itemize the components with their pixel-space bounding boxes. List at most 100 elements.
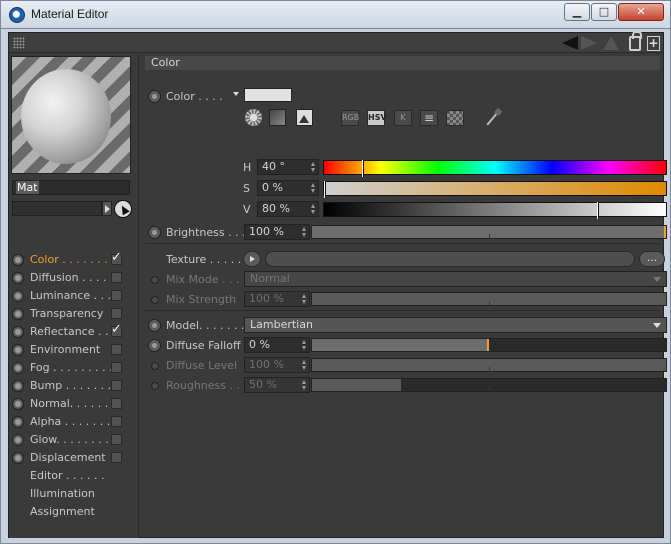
saturation-spinner-icon[interactable] [311, 183, 316, 193]
channel-item[interactable]: Reflectance . . [12, 322, 134, 341]
channel-radio-icon[interactable] [12, 434, 24, 446]
channel-checkbox[interactable] [111, 362, 122, 373]
mix-strength-slider[interactable] [311, 292, 667, 306]
hue-field[interactable]: 40 ° [257, 159, 319, 175]
channel-item[interactable]: Displacement [12, 449, 134, 467]
close-button[interactable]: ✕ [618, 3, 664, 21]
channel-checkbox[interactable] [111, 308, 122, 319]
spectrum-icon[interactable] [269, 109, 286, 126]
channel-checkbox[interactable] [111, 322, 122, 337]
brightness-spinner-icon[interactable] [302, 227, 307, 237]
channel-item[interactable]: Color . . . . . . . [12, 250, 134, 269]
diffuse-falloff-field[interactable]: 0 % [244, 337, 310, 353]
texture-menu-icon[interactable] [243, 251, 261, 267]
channel-checkbox[interactable] [111, 416, 122, 427]
grip-icon[interactable] [13, 37, 25, 49]
channel-item[interactable]: Alpha . . . . . . . [12, 413, 134, 431]
minimize-button[interactable]: ▁ [564, 3, 590, 21]
channel-radio-icon[interactable] [12, 326, 24, 338]
channel-checkbox[interactable] [111, 250, 122, 265]
channel-radio-icon[interactable] [12, 416, 24, 428]
layer-field[interactable] [12, 201, 102, 216]
channel-checkbox[interactable] [111, 398, 122, 409]
up-arrow-icon[interactable] [603, 36, 619, 50]
animate-dot-icon[interactable] [151, 382, 159, 390]
animate-dot-icon[interactable] [148, 319, 161, 332]
channel-checkbox[interactable] [111, 344, 122, 355]
channel-item[interactable]: Transparency [12, 305, 134, 323]
hue-slider[interactable] [323, 160, 667, 177]
material-name-field[interactable]: Mat [12, 180, 130, 195]
texture-more-button[interactable]: ... [639, 251, 665, 267]
channel-item[interactable]: Assignment [12, 503, 134, 521]
swatch-menu-arrow-icon[interactable] [233, 92, 239, 96]
mixer-icon[interactable] [420, 110, 438, 126]
channel-checkbox[interactable] [111, 272, 122, 283]
channel-checkbox[interactable] [111, 434, 122, 445]
channel-checkbox[interactable] [111, 380, 122, 391]
channel-item[interactable]: Bump . . . . . . . [12, 377, 134, 395]
hue-marker[interactable] [361, 160, 364, 177]
layer-menu-arrow-icon[interactable] [102, 201, 112, 216]
roughness-slider[interactable] [311, 378, 667, 392]
maximize-button[interactable]: □ [591, 3, 617, 21]
animate-dot-icon[interactable] [151, 276, 159, 284]
channel-item[interactable]: Luminance . . . [12, 287, 134, 305]
brightness-slider[interactable] [311, 225, 667, 239]
channel-radio-icon[interactable] [12, 398, 24, 410]
value-spinner-icon[interactable] [311, 204, 316, 214]
channel-checkbox[interactable] [111, 452, 122, 463]
channel-item[interactable]: Diffusion . . . . [12, 269, 134, 287]
animate-dot-icon[interactable] [148, 226, 161, 239]
color-wheel-icon[interactable] [245, 109, 262, 126]
swatches-icon[interactable] [446, 110, 464, 126]
value-field[interactable]: 80 % [257, 201, 319, 217]
diffuse-level-field[interactable]: 100 % [244, 357, 310, 373]
lock-icon[interactable] [629, 31, 642, 51]
mix-mode-dropdown[interactable]: Normal [244, 271, 667, 287]
back-arrow-icon[interactable] [562, 36, 578, 50]
kelvin-mode-button[interactable]: K [394, 110, 412, 126]
channel-item[interactable]: Editor . . . . . . [12, 467, 134, 485]
model-dropdown[interactable]: Lambertian [244, 317, 667, 333]
image-icon[interactable] [296, 109, 313, 126]
diffuse-falloff-slider[interactable] [311, 338, 667, 352]
saturation-marker[interactable] [324, 181, 326, 198]
brightness-field[interactable]: 100 % [244, 224, 310, 240]
mix-strength-field[interactable]: 100 % [244, 291, 310, 307]
channel-item[interactable]: Normal. . . . . . . [12, 395, 134, 413]
mix-strength-spinner-icon[interactable] [302, 294, 307, 304]
texture-field[interactable] [265, 251, 635, 267]
animate-dot-icon[interactable] [151, 362, 159, 370]
value-marker[interactable] [597, 202, 600, 219]
saturation-slider[interactable] [323, 181, 667, 198]
channel-item[interactable]: Illumination [12, 485, 134, 503]
hsv-mode-button[interactable]: HSV [367, 110, 387, 126]
value-slider[interactable] [323, 202, 667, 219]
new-window-icon[interactable]: + [647, 36, 660, 51]
channel-radio-icon[interactable] [12, 452, 24, 464]
forward-arrow-icon[interactable] [581, 36, 597, 50]
hue-spinner-icon[interactable] [311, 162, 316, 172]
eyedropper-icon[interactable] [486, 110, 500, 126]
diffuse-level-slider[interactable] [311, 358, 667, 372]
channel-radio-icon[interactable] [12, 344, 24, 356]
roughness-field[interactable]: 50 % [244, 377, 310, 393]
diffuse-level-spinner-icon[interactable] [302, 360, 307, 370]
diffuse-falloff-spinner-icon[interactable] [302, 340, 307, 350]
channel-item[interactable]: Environment [12, 341, 134, 359]
channel-radio-icon[interactable] [12, 362, 24, 374]
color-swatch[interactable] [244, 88, 292, 102]
animate-dot-icon[interactable] [148, 339, 161, 352]
channel-item[interactable]: Fog . . . . . . . . . [12, 359, 134, 377]
channel-radio-icon[interactable] [12, 308, 24, 320]
channel-radio-icon[interactable] [12, 254, 24, 266]
pick-cursor-icon[interactable] [114, 200, 132, 218]
material-preview[interactable] [11, 56, 131, 174]
channel-checkbox[interactable] [111, 290, 122, 301]
channel-radio-icon[interactable] [12, 380, 24, 392]
roughness-spinner-icon[interactable] [302, 380, 307, 390]
rgb-mode-button[interactable]: RGB [341, 110, 359, 126]
animate-dot-icon[interactable] [148, 90, 161, 103]
channel-item[interactable]: Glow. . . . . . . . [12, 431, 134, 449]
